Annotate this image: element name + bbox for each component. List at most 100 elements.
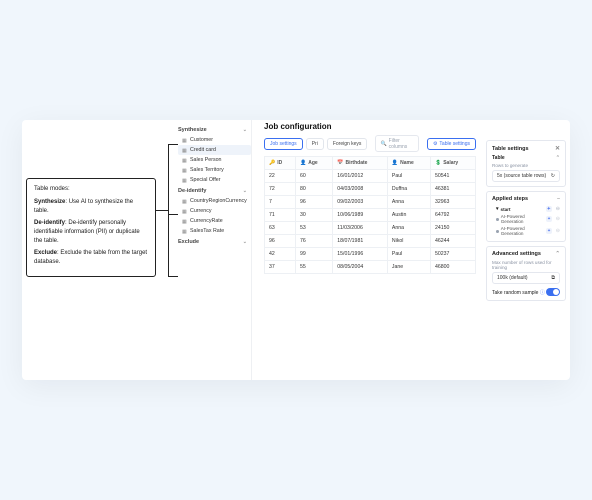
cell: 96: [296, 196, 333, 209]
cell: 53: [296, 222, 333, 235]
cell: 46244: [430, 235, 475, 248]
column-header[interactable]: 👤Name: [387, 157, 430, 170]
chevron-up-icon[interactable]: ⌃: [556, 155, 560, 161]
cell: 50237: [430, 248, 475, 261]
cell: 16/01/2012: [333, 170, 388, 183]
sidebar-item[interactable]: ▦CountryRegionCurrency: [178, 196, 251, 206]
sidebar-group-exclude[interactable]: Exclude⌄: [178, 236, 251, 247]
calendar-icon: 📅: [337, 160, 343, 166]
tab[interactable]: Pri: [306, 138, 324, 150]
card-title: Applied steps: [492, 196, 528, 202]
sidebar-item[interactable]: ▦Sales Person: [178, 155, 251, 165]
chevron-down-icon: ⌄: [243, 127, 247, 133]
table-settings-button[interactable]: ⚙ Table settings: [427, 138, 476, 150]
cell: 37: [265, 261, 296, 274]
table-row[interactable]: 79609/02/2003Anna32963: [265, 196, 476, 209]
collapse-icon[interactable]: –: [557, 196, 560, 202]
cell: 46381: [430, 183, 475, 196]
table-icon: ▦: [182, 199, 187, 204]
cell: 99: [296, 248, 333, 261]
step-badge-icon: ✦: [546, 216, 551, 222]
step-badge-icon: ✦: [546, 206, 552, 212]
applied-steps-card: Applied steps – start✦⊖AI-Powered Genera…: [486, 191, 566, 242]
table-icon: ▦: [182, 209, 187, 214]
cell: Paul: [387, 170, 430, 183]
cell: 72: [265, 183, 296, 196]
callout-table-modes: Table modes: Synthesize: Use AI to synth…: [26, 178, 156, 277]
applied-step[interactable]: AI-Powered Generation✦⊖: [492, 213, 560, 225]
sidebar-group-de-identify[interactable]: De-identify⌄: [178, 185, 251, 196]
key-icon: 🔑: [269, 160, 275, 166]
cell: 80: [296, 183, 333, 196]
cell: 7: [265, 196, 296, 209]
table-icon: ▦: [182, 178, 187, 183]
tabs: Job settingsPriForeign keys: [264, 138, 367, 150]
cell: 08/05/2004: [333, 261, 388, 274]
chevron-down-icon: ⌄: [243, 239, 247, 245]
cell: 30: [296, 209, 333, 222]
sidebar-item[interactable]: ▦Special Offer: [178, 175, 251, 185]
cell: 11/03/2006: [333, 222, 388, 235]
search-icon: 🔍: [380, 141, 386, 147]
rows-value-select[interactable]: 5x (source table rows) ↻: [492, 170, 560, 182]
column-header[interactable]: 💲Salary: [430, 157, 475, 170]
cell: 18/07/1981: [333, 235, 388, 248]
table-icon: ▦: [182, 168, 187, 173]
applied-step[interactable]: AI-Powered Generation✦⊖: [492, 225, 560, 237]
sidebar-group-synthesize[interactable]: Synthesize⌄: [178, 124, 251, 135]
cell: 96: [265, 235, 296, 248]
info-icon[interactable]: ⓘ: [540, 290, 545, 296]
adv-value-select[interactable]: 100k (default) ⧉: [492, 272, 560, 284]
table-row[interactable]: 967618/07/1981Nikol46244: [265, 235, 476, 248]
sidebar-item[interactable]: ▦Customer: [178, 135, 251, 145]
adv-label: Max number of rows used for training: [492, 260, 560, 270]
table-row[interactable]: 375508/05/2004Jane46800: [265, 261, 476, 274]
chevron-up-icon[interactable]: ⌃: [555, 251, 560, 257]
sidebar-item[interactable]: ▦Currency: [178, 206, 251, 216]
table-icon: ▦: [182, 229, 187, 234]
table-row[interactable]: 635311/03/2006Anna24150: [265, 222, 476, 235]
delete-step-icon[interactable]: ⊖: [556, 206, 560, 212]
cell: 04/03/2008: [333, 183, 388, 196]
table-icon: ▦: [182, 138, 187, 143]
callout-item: Synthesize: Use AI to synthesize the tab…: [34, 198, 148, 216]
advanced-settings-card: Advanced settings ⌃ Max number of rows u…: [486, 246, 566, 301]
sidebar-item[interactable]: ▦CurrencyRate: [178, 216, 251, 226]
applied-step[interactable]: start✦⊖: [492, 205, 560, 213]
close-icon[interactable]: ✕: [555, 145, 560, 152]
tab[interactable]: Job settings: [264, 138, 303, 150]
table-settings-card: Table settings ✕ Table ⌃ Rows to generat…: [486, 140, 566, 187]
column-header[interactable]: 👤Age: [296, 157, 333, 170]
cell: 10/06/1989: [333, 209, 388, 222]
delete-step-icon[interactable]: ⊖: [556, 216, 560, 222]
sidebar-item[interactable]: ▦Credit card: [178, 145, 251, 155]
cell: Jane: [387, 261, 430, 274]
cell: 24150: [430, 222, 475, 235]
step-badge-icon: ✦: [546, 228, 551, 234]
person-icon: 👤: [392, 160, 398, 166]
callout-item: Exclude: Exclude the table from the targ…: [34, 249, 148, 267]
sidebar-item[interactable]: ▦SalesTax Rate: [178, 226, 251, 236]
cell: 76: [296, 235, 333, 248]
table-row[interactable]: 713010/06/1989Austin64792: [265, 209, 476, 222]
search-input[interactable]: 🔍 Filter columns: [375, 135, 419, 152]
delete-step-icon[interactable]: ⊖: [556, 228, 560, 234]
gear-icon: ⚙: [433, 141, 437, 147]
sidebar-item[interactable]: ▦Sales Territory: [178, 165, 251, 175]
callout-item: De-identify: De-identify personally iden…: [34, 219, 148, 246]
tab[interactable]: Foreign keys: [327, 138, 368, 150]
table-row[interactable]: 728004/03/2008Duffna46381: [265, 183, 476, 196]
table-row[interactable]: 226016/01/2012Paul50541: [265, 170, 476, 183]
chevron-down-icon: ⌄: [243, 188, 247, 194]
money-icon: 💲: [435, 160, 441, 166]
random-sample-toggle[interactable]: [546, 288, 560, 296]
column-header[interactable]: 🔑ID: [265, 157, 296, 170]
table-icon: ▦: [182, 219, 187, 224]
column-header[interactable]: 📅Birthdate: [333, 157, 388, 170]
toggle-label: Take random sample: [492, 290, 538, 296]
cell: 71: [265, 209, 296, 222]
table-row[interactable]: 429915/01/1996Paul50237: [265, 248, 476, 261]
cell: 32963: [430, 196, 475, 209]
person-icon: 👤: [300, 160, 306, 166]
page-title: Job configuration: [264, 122, 476, 131]
